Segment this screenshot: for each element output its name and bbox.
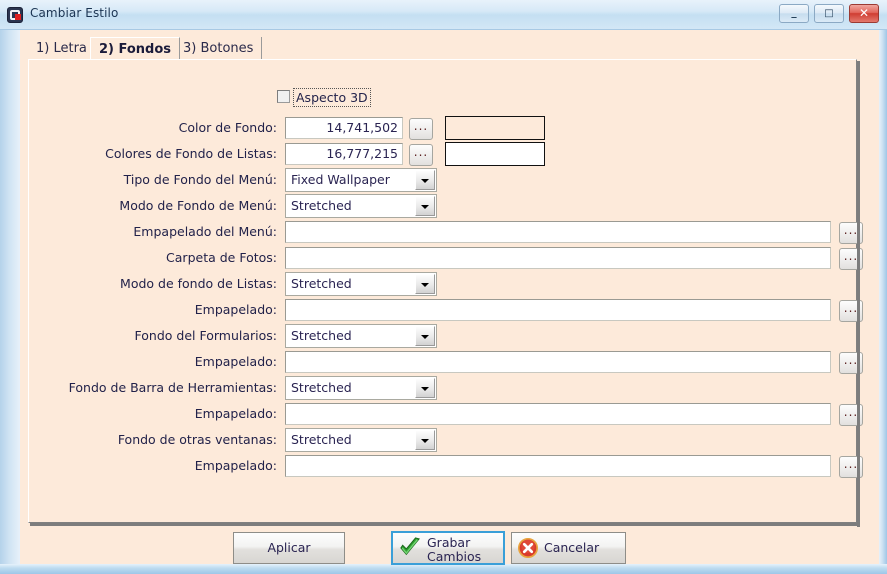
chevron-down-icon[interactable] bbox=[415, 326, 435, 346]
title-bar: Cambiar Estilo – □ ✕ bbox=[0, 0, 887, 30]
mode-dropdown-value: Stretched bbox=[291, 198, 352, 213]
cancel-button[interactable]: Cancelar bbox=[511, 532, 626, 564]
minimize-button[interactable]: – bbox=[779, 4, 809, 25]
cancel-button-label: Cancelar bbox=[544, 540, 600, 555]
tab-letra[interactable]: 1) Letra bbox=[28, 37, 96, 60]
window-title: Cambiar Estilo bbox=[30, 6, 119, 20]
field-label: Empapelado: bbox=[194, 458, 277, 473]
field-label: Empapelado: bbox=[194, 406, 277, 421]
tab-strip: 1) Letra 2) Fondos 3) Botones bbox=[28, 37, 868, 61]
window-frame-bottom bbox=[0, 564, 887, 574]
field-label: Carpeta de Fotos: bbox=[166, 250, 277, 265]
app-logo-icon bbox=[7, 7, 23, 23]
panel-shadow-bottom bbox=[30, 523, 860, 526]
tab-botones[interactable]: 3) Botones bbox=[175, 37, 263, 60]
color-value-input[interactable]: 14,741,502 bbox=[285, 117, 403, 139]
path-input[interactable] bbox=[285, 247, 831, 269]
fondos-panel: Aspecto 3D Color de Fondo: 14,741,502... C… bbox=[28, 59, 863, 523]
check-icon bbox=[400, 537, 420, 556]
close-button[interactable]: ✕ bbox=[849, 4, 879, 23]
tab-fondos-label: 2) Fondos bbox=[99, 42, 172, 57]
aspecto-3d-checkbox[interactable] bbox=[277, 90, 290, 103]
chevron-down-icon[interactable] bbox=[415, 196, 435, 216]
window-frame-right bbox=[879, 0, 887, 574]
maximize-button[interactable]: □ bbox=[814, 4, 844, 23]
mode-dropdown[interactable]: Stretched bbox=[285, 324, 437, 348]
path-input[interactable] bbox=[285, 455, 831, 477]
save-changes-button[interactable]: Grabar Cambios bbox=[391, 531, 505, 565]
field-label: Color de Fondo: bbox=[178, 120, 277, 135]
path-input[interactable] bbox=[285, 351, 831, 373]
mode-dropdown[interactable]: Fixed Wallpaper bbox=[285, 168, 437, 192]
path-input[interactable] bbox=[285, 299, 831, 321]
field-label: Colores de Fondo de Listas: bbox=[105, 146, 277, 161]
save-changes-caption: Grabar Cambios bbox=[427, 536, 500, 564]
mode-dropdown[interactable]: Stretched bbox=[285, 272, 437, 296]
mode-dropdown-value: Stretched bbox=[291, 276, 352, 291]
mode-dropdown-value: Fixed Wallpaper bbox=[291, 172, 390, 187]
save-changes-label-line2: Cambios bbox=[427, 549, 482, 564]
client-area: 1) Letra 2) Fondos 3) Botones Aspecto 3D… bbox=[20, 30, 879, 564]
close-icon: ✕ bbox=[858, 6, 870, 20]
aspecto-3d-label: Aspecto 3D bbox=[293, 88, 371, 107]
path-input[interactable] bbox=[285, 221, 831, 243]
apply-button-label: Aplicar bbox=[267, 540, 311, 555]
tab-letra-label: 1) Letra bbox=[36, 41, 87, 56]
apply-button[interactable]: Aplicar bbox=[233, 532, 345, 564]
mode-dropdown[interactable]: Stretched bbox=[285, 428, 437, 452]
path-input[interactable] bbox=[285, 403, 831, 425]
tab-botones-label: 3) Botones bbox=[183, 41, 254, 56]
color-swatch[interactable] bbox=[445, 116, 545, 140]
chevron-down-icon[interactable] bbox=[415, 430, 435, 450]
mode-dropdown-value: Stretched bbox=[291, 328, 352, 343]
maximize-icon: □ bbox=[824, 8, 834, 19]
field-label: Fondo de otras ventanas: bbox=[117, 432, 277, 447]
field-label: Fondo de Barra de Herramientas: bbox=[68, 380, 277, 395]
mode-dropdown[interactable]: Stretched bbox=[285, 194, 437, 218]
field-label: Modo de fondo de Listas: bbox=[120, 276, 277, 291]
browse-color-button[interactable]: ... bbox=[409, 118, 433, 140]
chevron-down-icon[interactable] bbox=[415, 274, 435, 294]
field-label: Tipo de Fondo del Menú: bbox=[123, 172, 277, 187]
minimize-icon: – bbox=[790, 10, 798, 25]
save-changes-label-line1: Grabar bbox=[427, 535, 471, 550]
cambiar-estilo-window: Cambiar Estilo – □ ✕ 1) Letra 2) Fondos … bbox=[0, 0, 887, 574]
chevron-down-icon[interactable] bbox=[415, 378, 435, 398]
field-label: Empapelado: bbox=[194, 354, 277, 369]
tab-fondos[interactable]: 2) Fondos bbox=[90, 37, 181, 60]
field-label: Fondo del Formularios: bbox=[134, 328, 277, 343]
chevron-down-icon[interactable] bbox=[415, 170, 435, 190]
window-frame-left bbox=[0, 0, 20, 574]
panel-shadow-right bbox=[857, 61, 860, 527]
field-label: Modo de Fondo de Menú: bbox=[119, 198, 277, 213]
browse-color-button[interactable]: ... bbox=[409, 144, 433, 166]
mode-dropdown-value: Stretched bbox=[291, 432, 352, 447]
field-label: Empapelado: bbox=[194, 302, 277, 317]
cancel-x-icon bbox=[518, 538, 538, 558]
mode-dropdown-value: Stretched bbox=[291, 380, 352, 395]
color-value-input[interactable]: 16,777,215 bbox=[285, 143, 403, 165]
mode-dropdown[interactable]: Stretched bbox=[285, 376, 437, 400]
field-label: Empapelado del Menú: bbox=[133, 224, 277, 239]
color-swatch[interactable] bbox=[445, 142, 545, 166]
